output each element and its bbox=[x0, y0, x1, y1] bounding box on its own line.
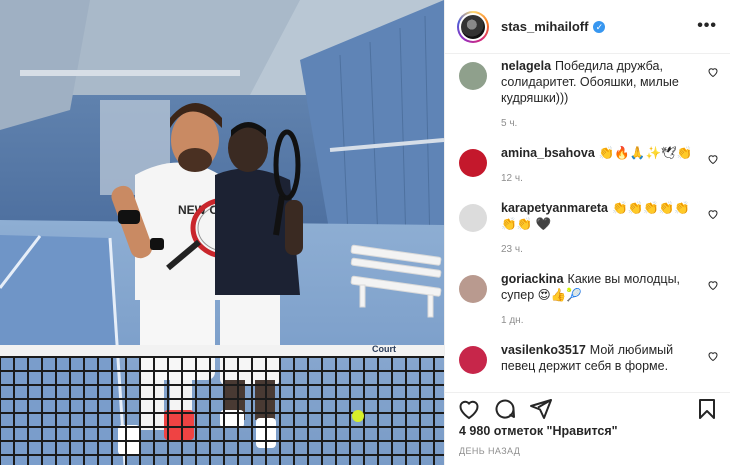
comment-heart-icon[interactable] bbox=[707, 279, 719, 291]
comment-time[interactable]: 1 дн. bbox=[501, 315, 697, 326]
instagram-post-view: NEW ORL Court stas_mihailoff ✓ ••• nelag… bbox=[0, 0, 730, 465]
comment-item: goriackina Какие вы молодцы, супер 😍👍🎾 1 … bbox=[445, 271, 730, 326]
comment-item: karapetyanmareta 👏👏👏👏👏👏👏 🖤 23 ч. bbox=[445, 200, 730, 255]
post-header: stas_mihailoff ✓ ••• bbox=[445, 0, 730, 54]
author-avatar[interactable] bbox=[457, 10, 489, 43]
comment-text: goriackina Какие вы молодцы, супер 😍👍🎾 bbox=[501, 271, 697, 303]
comment-icon[interactable] bbox=[493, 397, 517, 421]
comment-avatar[interactable] bbox=[459, 204, 487, 232]
comment-avatar[interactable] bbox=[459, 149, 487, 177]
post-actions-bar bbox=[445, 392, 730, 422]
tennis-court-scene: NEW ORL Court bbox=[0, 0, 444, 465]
comment-text: amina_bsahova 👏🔥🙏✨🕊👏 bbox=[501, 145, 697, 161]
post-sidebar: stas_mihailoff ✓ ••• nelagela Победила др… bbox=[444, 0, 730, 465]
bookmark-icon[interactable] bbox=[695, 397, 719, 421]
comment-item: vasilenko3517 Мой любимый певец держит се… bbox=[445, 342, 730, 374]
comment-heart-icon[interactable] bbox=[707, 208, 719, 220]
comments-list[interactable]: nelagela Победила дружба, солидаритет. Об… bbox=[445, 54, 730, 390]
comment-username[interactable]: karapetyanmareta bbox=[501, 201, 608, 215]
heart-icon[interactable] bbox=[457, 397, 481, 421]
comment-body: 👏🔥🙏✨🕊👏 bbox=[598, 146, 693, 160]
comment-time[interactable]: 23 ч. bbox=[501, 244, 697, 255]
comment-heart-icon[interactable] bbox=[707, 153, 719, 165]
comment-avatar[interactable] bbox=[459, 275, 487, 303]
verified-badge-icon: ✓ bbox=[593, 20, 606, 33]
post-photo[interactable]: NEW ORL Court bbox=[0, 0, 444, 465]
comment-username[interactable]: goriackina bbox=[501, 272, 564, 286]
comment-text: nelagela Победила дружба, солидаритет. Об… bbox=[501, 58, 697, 106]
ceiling-beam bbox=[20, 70, 240, 76]
tennis-ball bbox=[352, 410, 364, 422]
likes-count[interactable]: 4 980 отметок "Нравится" bbox=[459, 424, 618, 438]
comment-avatar[interactable] bbox=[459, 346, 487, 374]
comment-time[interactable]: 5 ч. bbox=[501, 118, 697, 129]
comment-heart-icon[interactable] bbox=[707, 66, 719, 78]
comment-heart-icon[interactable] bbox=[707, 350, 719, 362]
post-date[interactable]: ДЕНЬ НАЗАД bbox=[459, 446, 520, 456]
tennis-net bbox=[0, 345, 444, 465]
share-icon[interactable] bbox=[529, 397, 553, 421]
court-logo: Court bbox=[372, 344, 396, 354]
author-username[interactable]: stas_mihailoff bbox=[501, 19, 588, 34]
comment-text: karapetyanmareta 👏👏👏👏👏👏👏 🖤 bbox=[501, 200, 697, 232]
comment-username[interactable]: nelagela bbox=[501, 59, 551, 73]
comment-avatar[interactable] bbox=[459, 62, 487, 90]
comment-username[interactable]: vasilenko3517 bbox=[501, 343, 586, 357]
comment-item: amina_bsahova 👏🔥🙏✨🕊👏 12 ч. bbox=[445, 145, 730, 184]
comment-time[interactable]: 12 ч. bbox=[501, 173, 697, 184]
comment-username[interactable]: amina_bsahova bbox=[501, 146, 595, 160]
more-options-icon[interactable]: ••• bbox=[697, 17, 717, 35]
comment-text: vasilenko3517 Мой любимый певец держит се… bbox=[501, 342, 697, 374]
comment-item: nelagela Победила дружба, солидаритет. Об… bbox=[445, 58, 730, 129]
